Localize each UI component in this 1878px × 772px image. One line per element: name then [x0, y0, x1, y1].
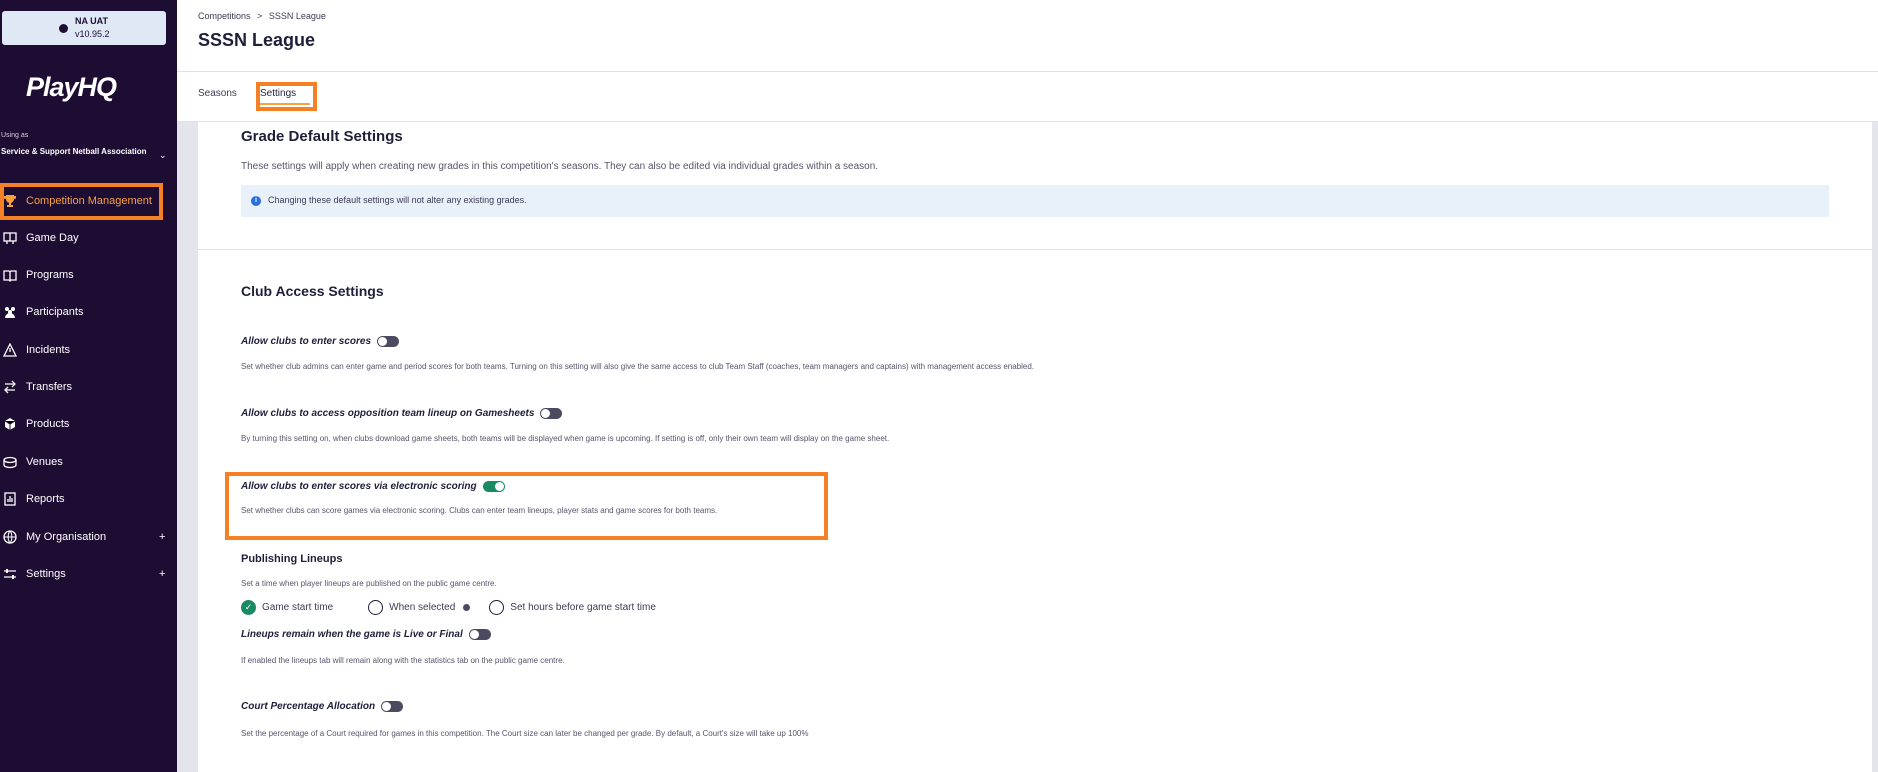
sidebar-item-label: Products: [26, 418, 70, 430]
sidebar-item-label: My Organisation: [26, 531, 107, 543]
divider: [198, 249, 1872, 250]
boxes-icon: [2, 416, 18, 432]
radio-circle[interactable]: [489, 600, 505, 615]
radio-when-selected[interactable]: When selected: [368, 600, 471, 615]
court-percentage-toggle[interactable]: [381, 701, 404, 712]
env-version: v10.95.2: [75, 29, 110, 39]
sidebar-item-settings[interactable]: Settings +: [0, 560, 170, 588]
sidebar-item-game-day[interactable]: Game Day: [0, 224, 170, 252]
content-gutter: [177, 122, 198, 772]
sidebar-item-label: Venues: [26, 456, 63, 468]
setting-label: Lineups remain when the game is Live or …: [241, 629, 463, 640]
env-name: NA UAT: [75, 16, 108, 26]
breadcrumb: Competitions > SSSN League: [198, 11, 326, 21]
allow-clubs-enter-scores-toggle[interactable]: [377, 336, 400, 347]
globe-icon: [2, 529, 18, 545]
sidebar: NA UAT v10.95.2 PlayHQ Using as Service …: [0, 0, 177, 772]
sidebar-item-label: Incidents: [26, 344, 71, 356]
page-title: SSSN League: [198, 30, 316, 50]
setting-label: Allow clubs to enter scores: [241, 336, 372, 347]
warning-icon: [2, 342, 18, 358]
sidebar-item-incidents[interactable]: Incidents: [0, 336, 170, 364]
radio-label: When selected: [389, 602, 456, 613]
sidebar-item-my-organisation[interactable]: My Organisation +: [0, 523, 170, 551]
breadcrumb-current: SSSN League: [268, 11, 326, 21]
sidebar-item-label: Settings: [26, 568, 66, 580]
breadcrumb-competitions[interactable]: Competitions: [198, 11, 251, 21]
grade-default-settings-title: Grade Default Settings: [241, 128, 403, 145]
publishing-lineups-options: ✓ Game start time When selected Set hour…: [241, 600, 656, 615]
setting-description: Set whether club admins can enter game a…: [241, 362, 1035, 371]
sidebar-item-venues[interactable]: Venues: [0, 448, 170, 476]
expand-icon[interactable]: +: [159, 531, 165, 543]
sidebar-item-label: Game Day: [26, 232, 79, 244]
publishing-lineups-title: Publishing Lineups: [241, 553, 343, 565]
setting-label: Allow clubs to access opposition team li…: [241, 408, 535, 419]
environment-badge: NA UAT v10.95.2: [2, 11, 166, 45]
check-icon[interactable]: ✓: [241, 600, 256, 615]
radio-game-start-time[interactable]: ✓ Game start time: [241, 600, 333, 615]
sliders-icon: [2, 566, 18, 582]
sidebar-item-label: Reports: [26, 493, 65, 505]
setting-description: If enabled the lineups tab will remain a…: [241, 656, 565, 665]
radio-label: Set hours before game start time: [510, 602, 656, 613]
setting-allow-clubs-opposition-lineup: Allow clubs to access opposition team li…: [241, 408, 563, 419]
sidebar-item-label: Participants: [26, 306, 84, 318]
tab-seasons[interactable]: Seasons: [198, 88, 237, 99]
stadium-icon: [2, 454, 18, 470]
setting-description: By turning this setting on, when clubs d…: [241, 434, 890, 443]
opposition-lineup-toggle[interactable]: [540, 408, 563, 419]
setting-allow-clubs-enter-scores: Allow clubs to enter scores: [241, 336, 400, 347]
info-icon[interactable]: [463, 604, 471, 611]
using-as-label: Using as: [1, 132, 29, 139]
organisation-switcher[interactable]: Service & Support Netball Association: [1, 147, 151, 156]
sidebar-item-products[interactable]: Products: [0, 410, 170, 438]
breadcrumb-separator: >: [257, 11, 263, 21]
transfer-arrows-icon: [2, 379, 18, 395]
setting-court-percentage: Court Percentage Allocation: [241, 701, 404, 712]
report-icon: [2, 491, 18, 507]
sidebar-item-reports[interactable]: Reports: [0, 485, 170, 513]
expand-icon[interactable]: +: [159, 568, 165, 580]
setting-description: Set the percentage of a Court required f…: [241, 729, 809, 738]
sidebar-item-label: Transfers: [26, 381, 73, 393]
setting-label: Court Percentage Allocation: [241, 701, 376, 712]
sidebar-item-participants[interactable]: Participants: [0, 298, 170, 326]
info-banner: i Changing these default settings will n…: [241, 185, 1829, 217]
logo-text: PlayHQ: [26, 72, 117, 102]
book-icon: [2, 267, 18, 283]
highlight-box: [256, 82, 317, 111]
sidebar-item-programs[interactable]: Programs: [0, 261, 170, 289]
info-icon: i: [251, 196, 261, 206]
people-icon: [2, 304, 18, 320]
info-banner-text: Changing these default settings will not…: [268, 195, 527, 205]
chevron-down-icon[interactable]: ⌄: [159, 150, 167, 161]
highlight-box: [225, 472, 828, 540]
content-gutter: [1872, 122, 1878, 772]
setting-lineups-remain: Lineups remain when the game is Live or …: [241, 629, 491, 640]
sidebar-item-label: Programs: [26, 269, 74, 281]
playhq-logo[interactable]: PlayHQ: [26, 66, 126, 112]
radio-label: Game start time: [262, 602, 334, 613]
highlight-box: [0, 183, 163, 220]
info-dot-icon: [59, 24, 68, 33]
divider: [177, 71, 1878, 72]
lineups-remain-toggle[interactable]: [468, 629, 491, 640]
radio-set-hours-before[interactable]: Set hours before game start time: [489, 600, 656, 615]
grade-default-settings-description: These settings will apply when creating …: [241, 161, 879, 172]
publishing-lineups-description: Set a time when player lineups are publi…: [241, 579, 497, 588]
club-access-settings-title: Club Access Settings: [241, 283, 384, 299]
radio-circle[interactable]: [368, 600, 384, 615]
sidebar-item-transfers[interactable]: Transfers: [0, 373, 170, 401]
divider: [177, 121, 1878, 122]
scoreboard-icon: [2, 230, 18, 246]
